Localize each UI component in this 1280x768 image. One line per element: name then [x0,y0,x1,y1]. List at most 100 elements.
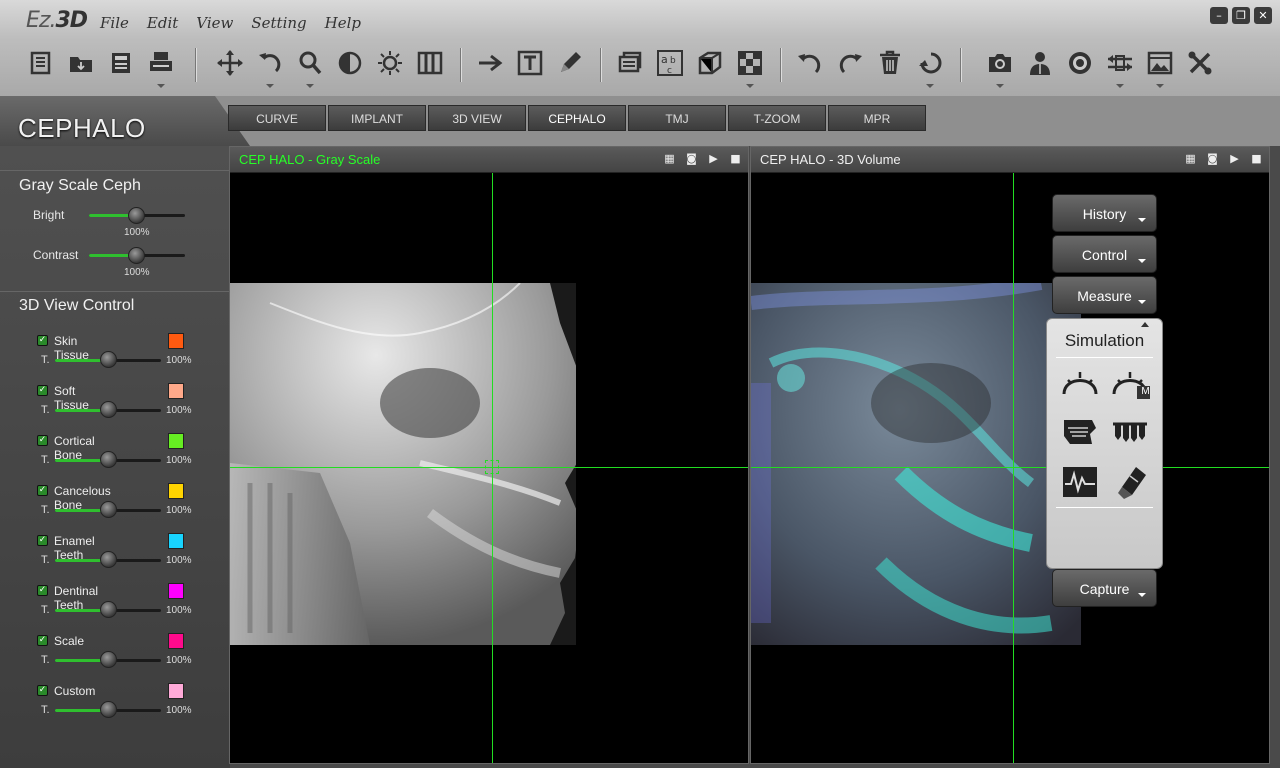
tab-mpr[interactable]: MPR [828,105,926,131]
layout-grid-icon[interactable]: ▦ [1184,152,1197,165]
redo-icon[interactable] [833,46,867,80]
print-icon[interactable] [144,46,178,88]
trash-icon[interactable] [873,46,907,80]
layer-name: Dentinal Teeth [54,584,99,612]
snapshot-icon[interactable]: ◙ [1206,152,1219,165]
volume-box-icon[interactable] [693,46,727,80]
crosshair-vertical[interactable] [1013,173,1014,763]
layer-color-swatch[interactable] [168,483,184,499]
transparency-slider-thumb[interactable] [100,651,117,668]
layer-visibility-checkbox[interactable]: ✓ [37,635,48,646]
transparency-value: 100% [166,455,192,466]
arrow-annotation-icon[interactable] [473,46,507,80]
chevron-up-icon[interactable] [1141,322,1149,327]
layers-icon[interactable] [613,46,647,80]
jaw-profile-icon[interactable] [1060,414,1100,450]
surgery-knife-icon[interactable] [1110,464,1150,500]
layer-color-swatch[interactable] [168,433,184,449]
rotate-icon[interactable] [253,46,287,88]
new-document-icon[interactable] [24,46,58,80]
menu-bar: File Edit View Setting Help [100,14,361,32]
transparency-slider-thumb[interactable] [100,501,117,518]
measure-button[interactable]: Measure [1052,276,1157,314]
waveform-icon[interactable] [1060,464,1100,500]
transparency-slider-thumb[interactable] [100,701,117,718]
viewer-header-icons: ▦ ◙ ▶ ■ [1184,152,1263,165]
minimize-button[interactable]: – [1210,7,1228,24]
viewer-header: CEP HALO - 3D Volume ▦ ◙ ▶ ■ [751,147,1269,173]
layout-grid-icon[interactable]: ▦ [663,152,676,165]
layer-visibility-checkbox[interactable]: ✓ [37,485,48,496]
layer-visibility-checkbox[interactable]: ✓ [37,535,48,546]
divider [0,291,230,292]
viewer-3d-volume[interactable]: CEP HALO - 3D Volume ▦ ◙ ▶ ■ [750,146,1270,764]
menu-setting[interactable]: Setting [251,14,306,32]
play-icon[interactable]: ▶ [707,152,720,165]
restore-button[interactable]: ❐ [1232,7,1250,24]
close-button[interactable]: ✕ [1254,7,1272,24]
transparency-slider-thumb[interactable] [100,451,117,468]
layer-color-swatch[interactable] [168,383,184,399]
menu-help[interactable]: Help [325,14,361,32]
tab-3d-view[interactable]: 3D VIEW [428,105,526,131]
layer-color-swatch[interactable] [168,333,184,349]
layer-visibility-checkbox[interactable]: ✓ [37,585,48,596]
tab-curve[interactable]: CURVE [228,105,326,131]
arch-measure-icon[interactable] [1060,364,1100,400]
control-button[interactable]: Control [1052,235,1157,273]
layer-color-swatch[interactable] [168,633,184,649]
menu-view[interactable]: View [196,14,233,32]
camera-icon[interactable] [983,46,1017,88]
layer-color-swatch[interactable] [168,683,184,699]
move-icon[interactable] [213,46,247,80]
image-frame-icon[interactable] [1143,46,1177,88]
checker-icon[interactable] [733,46,767,88]
maximize-icon[interactable]: ■ [729,152,742,165]
transparency-slider-thumb[interactable] [100,401,117,418]
crosshair-center-handle[interactable] [485,460,499,474]
contrast-value: 100% [124,267,150,278]
capture-button[interactable]: Capture [1052,569,1157,607]
compare-icon[interactable] [1103,46,1137,88]
transparency-slider-thumb[interactable] [100,601,117,618]
play-icon[interactable]: ▶ [1228,152,1241,165]
filter-bars-icon[interactable] [413,46,447,80]
menu-file[interactable]: File [100,14,129,32]
transparency-value: 100% [166,705,192,716]
layer-visibility-checkbox[interactable]: ✓ [37,435,48,446]
history-button[interactable]: History [1052,194,1157,232]
layer-color-swatch[interactable] [168,583,184,599]
layer-visibility-checkbox[interactable]: ✓ [37,385,48,396]
layer-color-swatch[interactable] [168,533,184,549]
contrast-icon[interactable] [333,46,367,80]
reset-icon[interactable] [913,46,947,88]
bright-slider-thumb[interactable] [128,207,145,224]
undo-icon[interactable] [793,46,827,80]
label-abc-icon[interactable]: abc [653,46,687,80]
layer-visibility-checkbox[interactable]: ✓ [37,685,48,696]
tab-tmj[interactable]: TMJ [628,105,726,131]
target-icon[interactable] [1063,46,1097,80]
tab-t-zoom[interactable]: T-ZOOM [728,105,826,131]
maximize-icon[interactable]: ■ [1250,152,1263,165]
zoom-icon[interactable] [293,46,327,88]
patient-icon[interactable] [1023,46,1057,80]
crosshair-horizontal[interactable] [751,467,1269,468]
save-icon[interactable] [104,46,138,80]
tools-wrench-icon[interactable] [1183,46,1217,80]
transparency-slider-thumb[interactable] [100,551,117,568]
open-folder-icon[interactable] [64,46,98,80]
contrast-slider-thumb[interactable] [128,247,145,264]
pencil-icon[interactable] [553,46,587,80]
tab-implant[interactable]: IMPLANT [328,105,426,131]
text-annotation-icon[interactable] [513,46,547,80]
teeth-row-icon[interactable] [1110,414,1150,450]
transparency-slider-thumb[interactable] [100,351,117,368]
brightness-icon[interactable] [373,46,407,80]
layer-visibility-checkbox[interactable]: ✓ [37,335,48,346]
menu-edit[interactable]: Edit [147,14,178,32]
transparency-label: T. [41,654,50,666]
snapshot-icon[interactable]: ◙ [685,152,698,165]
tab-cephalo[interactable]: CEPHALO [528,105,626,131]
viewer-gray-scale[interactable]: CEP HALO - Gray Scale ▦ ◙ ▶ ■ [229,146,749,764]
